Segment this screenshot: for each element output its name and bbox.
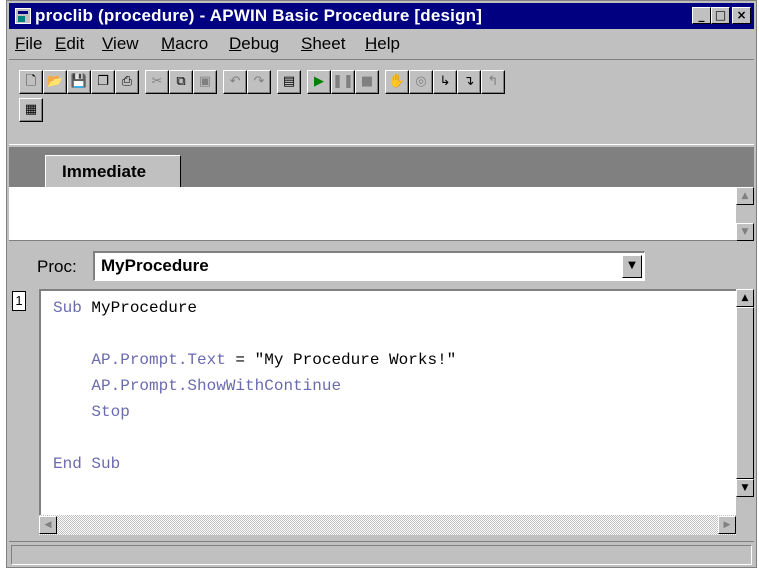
stop-icon[interactable]: ■ — [355, 70, 379, 94]
open-icon[interactable]: 📂 — [43, 70, 67, 94]
status-pane — [11, 545, 752, 565]
save-all-icon[interactable]: ❐ — [91, 70, 115, 94]
menu-debug[interactable]: Debug — [229, 34, 279, 54]
code-line[interactable]: Sub MyProcedure — [53, 299, 197, 317]
scroll-thumb[interactable] — [736, 307, 754, 479]
menu-view[interactable]: View — [102, 34, 139, 54]
menu-help[interactable]: Help — [365, 34, 400, 54]
scroll-right-icon[interactable]: ▶ — [718, 516, 736, 534]
line-gutter: 1 — [9, 289, 39, 535]
app-icon[interactable] — [15, 8, 31, 24]
menu-file[interactable]: File — [15, 34, 42, 54]
immediate-window[interactable]: ▲ ▼ — [9, 187, 754, 241]
maximize-button[interactable]: □ — [711, 7, 730, 24]
immediate-scrollbar[interactable]: ▲ ▼ — [736, 187, 754, 241]
chevron-down-icon[interactable]: ▼ — [622, 255, 642, 278]
code-line[interactable]: Stop — [53, 403, 129, 421]
close-button[interactable]: × — [732, 7, 751, 24]
code-line[interactable]: AP.Prompt.Text = "My Procedure Works!" — [53, 351, 456, 369]
code-vertical-scrollbar[interactable]: ▲ ▼ — [736, 289, 754, 515]
code-line[interactable]: End Sub — [53, 455, 120, 473]
toolbar: 🗋 📂 💾 ❐ ⎙ ✂ ⧉ ▣ ↶ ↷ ▤ ▶ ❚❚ ■ ✋ ◎ ↳ ↴ ↰ ▦ — [9, 59, 754, 145]
scroll-up-icon[interactable]: ▲ — [736, 187, 754, 205]
step-over-icon[interactable]: ↴ — [457, 70, 481, 94]
window-title: proclib (procedure) - APWIN Basic Proced… — [35, 6, 483, 25]
hand-toggle-breakpoint-icon[interactable]: ✋ — [385, 70, 409, 94]
print-icon[interactable]: ⎙ — [115, 70, 139, 94]
scroll-left-icon[interactable]: ◀ — [39, 516, 57, 534]
quick-watch-icon[interactable]: ◎ — [409, 70, 433, 94]
title-bar[interactable]: proclib (procedure) - APWIN Basic Proced… — [9, 3, 754, 29]
code-editor: 1 Sub MyProcedure AP.Prompt.Text = "My P… — [9, 289, 754, 535]
menu-edit[interactable]: Edit — [55, 34, 84, 54]
paste-icon[interactable]: ▣ — [193, 70, 217, 94]
proc-label: Proc: — [37, 257, 77, 276]
menu-bar: File Edit View Macro Debug Sheet Help — [9, 31, 754, 55]
minimize-button[interactable]: _ — [692, 7, 711, 24]
proc-row: Proc: MyProcedure ▼ — [9, 245, 754, 289]
tab-immediate[interactable]: Immediate — [45, 155, 181, 187]
app-window: proclib (procedure) - APWIN Basic Proced… — [6, 0, 757, 568]
status-bar — [9, 541, 754, 565]
scroll-up-icon[interactable]: ▲ — [736, 289, 754, 307]
copy-icon[interactable]: ⧉ — [169, 70, 193, 94]
redo-icon[interactable]: ↷ — [247, 70, 271, 94]
object-browser-icon[interactable]: ▦ — [19, 98, 43, 122]
undo-icon[interactable]: ↶ — [223, 70, 247, 94]
scroll-down-icon[interactable]: ▼ — [736, 479, 754, 497]
scroll-down-icon[interactable]: ▼ — [736, 223, 754, 241]
menu-macro[interactable]: Macro — [161, 34, 208, 54]
code-horizontal-scrollbar[interactable]: ◀ ▶ — [39, 515, 736, 535]
line-number: 1 — [12, 291, 26, 311]
save-icon[interactable]: 💾 — [67, 70, 91, 94]
step-out-icon[interactable]: ↰ — [481, 70, 505, 94]
step-into-icon[interactable]: ↳ — [433, 70, 457, 94]
dialog-editor-icon[interactable]: ▤ — [277, 70, 301, 94]
run-icon[interactable]: ▶ — [307, 70, 331, 94]
proc-select[interactable]: MyProcedure ▼ — [93, 251, 645, 281]
code-line[interactable]: AP.Prompt.ShowWithContinue — [53, 377, 341, 395]
cut-icon[interactable]: ✂ — [145, 70, 169, 94]
proc-value: MyProcedure — [101, 256, 209, 275]
code-area[interactable]: Sub MyProcedure AP.Prompt.Text = "My Pro… — [39, 289, 736, 515]
new-icon[interactable]: 🗋 — [19, 70, 43, 94]
immediate-tabstrip: Immediate — [9, 147, 754, 187]
pause-icon[interactable]: ❚❚ — [331, 70, 355, 94]
menu-sheet[interactable]: Sheet — [301, 34, 345, 54]
